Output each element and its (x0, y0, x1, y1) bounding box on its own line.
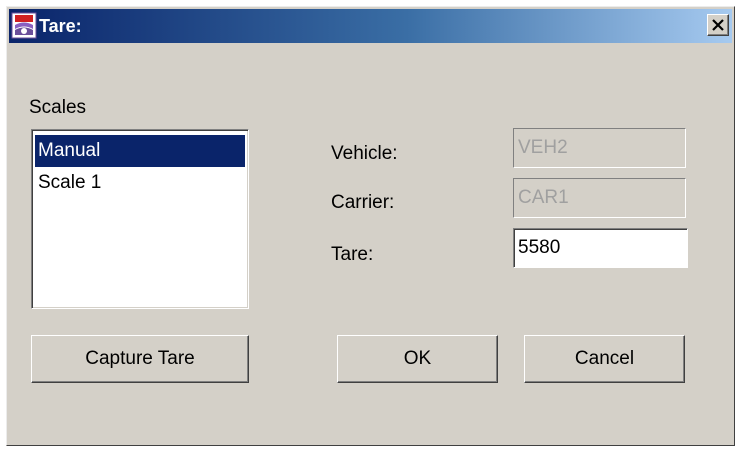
tare-label: Tare: (331, 244, 374, 265)
scale-app-icon (11, 12, 37, 39)
close-icon (712, 19, 724, 31)
tare-dialog: Tare: Scales Manual Scale 1 Vehicle: VEH… (6, 6, 735, 446)
list-item-manual[interactable]: Manual (35, 135, 245, 167)
tare-input[interactable]: 5580 (513, 228, 688, 268)
vehicle-field: VEH2 (513, 128, 686, 168)
close-button[interactable] (707, 14, 729, 36)
vehicle-label: Vehicle: (331, 143, 398, 164)
ok-button[interactable]: OK (337, 335, 498, 383)
capture-tare-button[interactable]: Capture Tare (31, 335, 249, 383)
carrier-field: CAR1 (513, 178, 686, 218)
cancel-button[interactable]: Cancel (524, 335, 685, 383)
list-item-scale-1[interactable]: Scale 1 (35, 167, 245, 199)
title-bar[interactable]: Tare: (9, 9, 732, 43)
window-title: Tare: (39, 16, 82, 36)
scales-list[interactable]: Manual Scale 1 (31, 129, 249, 309)
carrier-label: Carrier: (331, 192, 395, 213)
scales-label: Scales (29, 97, 87, 118)
